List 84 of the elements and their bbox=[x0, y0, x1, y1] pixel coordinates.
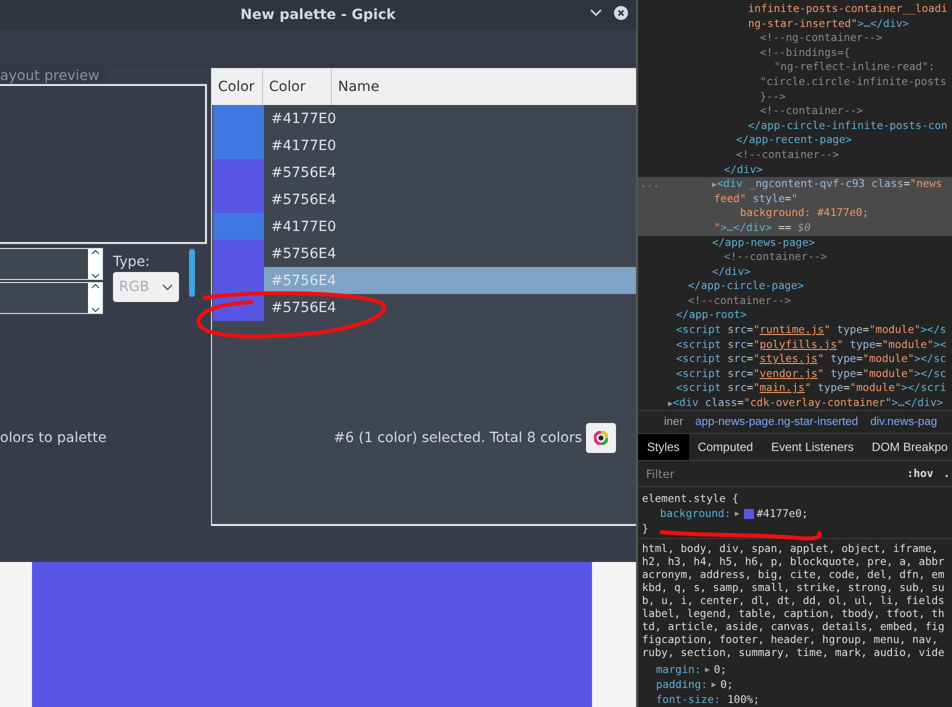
code-line[interactable]: </app-news-page> bbox=[712, 236, 815, 248]
scrollbar[interactable] bbox=[189, 249, 195, 297]
color-value-cell[interactable]: #4177E0 bbox=[264, 213, 636, 240]
selector-line: acronym, address, big, cite, code, del, dfn, em bbox=[642, 568, 946, 581]
code-line[interactable]: <!--bindings={ bbox=[760, 46, 850, 59]
code-line[interactable]: <script src="runtime.js" type="module"></s bbox=[676, 323, 946, 336]
expand-arrow[interactable]: ▶ bbox=[711, 677, 716, 692]
color-picker-button[interactable] bbox=[586, 423, 616, 453]
color-value-cell[interactable]: #4177E0 bbox=[264, 105, 636, 132]
selector-line: figcaption, footer, header, hgroup, menu, nav, bbox=[642, 633, 939, 646]
property-name[interactable]: padding: bbox=[656, 677, 708, 692]
property-value[interactable]: 100%; bbox=[727, 692, 760, 707]
spin-down-icon[interactable] bbox=[90, 307, 100, 313]
close-icon[interactable] bbox=[614, 6, 628, 20]
code-line[interactable]: ng-star-inserted">…</div> bbox=[748, 16, 909, 30]
type-label: Type: bbox=[113, 254, 151, 270]
code-line[interactable]: </app-recent-page> bbox=[736, 133, 852, 146]
closing-brace: } bbox=[642, 522, 648, 535]
code-line[interactable]: <!--container--> bbox=[688, 294, 791, 307]
filter-toggle[interactable]: . bbox=[943, 467, 950, 480]
code-line[interactable]: "ng-reflect-inline-read": bbox=[774, 60, 935, 74]
filter-toggle[interactable]: :hov bbox=[906, 467, 934, 480]
breadcrumb[interactable]: app-news-page.ng-star-inserted bbox=[695, 416, 858, 428]
spin-up-icon[interactable] bbox=[90, 249, 100, 255]
layout-preview-tab[interactable]: ayout preview bbox=[0, 68, 108, 84]
code-line[interactable]: <!--container--> bbox=[724, 250, 827, 264]
property-name[interactable]: font-size: bbox=[656, 692, 720, 707]
color-value-cell[interactable]: #5756E4 bbox=[264, 186, 636, 213]
selector-line: h2, h3, h4, h5, h6, p, blockquote, pre, a, abbr bbox=[642, 555, 946, 568]
selection-status: #6 (1 color) selected. Total 8 colors bbox=[333, 430, 582, 446]
color-value-cell[interactable]: #5756E4 bbox=[264, 159, 636, 186]
property-value[interactable]: 0; bbox=[714, 662, 727, 677]
code-line[interactable]: ▶<div _ngcontent-qvf-c93 class="news bbox=[712, 177, 942, 190]
selector-line: b, u, i, center, dl, dt, dd, ol, ul, li, fields bbox=[642, 594, 946, 607]
color-swatch[interactable] bbox=[744, 508, 754, 518]
window-title: New palette - Gpick bbox=[240, 7, 396, 23]
status-text: olors to palette bbox=[0, 430, 107, 446]
code-line[interactable]: </app-circle-page> bbox=[688, 279, 804, 292]
property-value[interactable]: 0; bbox=[720, 677, 734, 692]
column-header[interactable]: Name bbox=[332, 69, 636, 105]
selector-line: kbd, q, s, samp, small, strike, strong, sub, su bbox=[642, 581, 946, 594]
panel-tab[interactable]: Computed bbox=[688, 434, 762, 460]
color-value-cell[interactable]: #4177E0 bbox=[264, 132, 636, 159]
code-line[interactable]: <!--container--> bbox=[760, 104, 863, 118]
style-selector: element.style { bbox=[642, 492, 739, 505]
spin-up-icon[interactable] bbox=[90, 283, 100, 289]
spin-down-icon[interactable] bbox=[90, 273, 100, 279]
column-header[interactable]: Color bbox=[263, 69, 332, 105]
filter-field[interactable]: Filter bbox=[644, 466, 794, 482]
code-line[interactable]: <!--ng-container--> bbox=[760, 31, 882, 44]
code-line[interactable]: <script src="polyfills.js" type="module">< bbox=[676, 338, 946, 351]
color-value-cell[interactable]: #5756E4 bbox=[264, 240, 636, 267]
selector-line: html, body, div, span, applet, object, iframe, bbox=[642, 542, 939, 555]
code-line[interactable]: infinite-posts-container__loadi bbox=[748, 2, 948, 15]
code-line[interactable]: <script src="styles.js" type="module"></sc bbox=[676, 352, 946, 366]
panel-tab[interactable]: Event Listeners bbox=[762, 434, 863, 460]
spin-field[interactable] bbox=[0, 248, 103, 280]
expand-arrow[interactable]: ▶ bbox=[705, 662, 710, 677]
code-line[interactable]: ▶<div class="cdk-overlay-container">…</div> bbox=[668, 396, 944, 410]
color-value-cell[interactable]: #5756E4 bbox=[264, 294, 636, 321]
selector-line: td, article, aside, canvas, details, embed, fig bbox=[642, 620, 946, 633]
selector-line: ruby, section, summary, time, mark, audio, vide bbox=[642, 646, 946, 659]
panel-tab[interactable]: Styles bbox=[638, 434, 689, 460]
selector-line: label, legend, table, caption, tbody, tfoot, th bbox=[642, 607, 946, 620]
panel-tab[interactable]: DOM Breakpo bbox=[862, 434, 952, 460]
expand-arrow[interactable]: ▶ bbox=[734, 506, 740, 521]
code-line[interactable]: <script src="vendor.js" type="module"></sc bbox=[676, 366, 946, 380]
property-name[interactable]: margin: bbox=[656, 662, 702, 677]
property-value[interactable]: #4177e0; bbox=[756, 506, 808, 521]
code-line[interactable]: }--> bbox=[760, 90, 786, 103]
breadcrumb[interactable]: iner bbox=[664, 416, 684, 428]
breadcrumb[interactable]: div.news-pag bbox=[870, 416, 938, 428]
chevron-down-icon[interactable] bbox=[590, 9, 602, 17]
code-line[interactable]: "circle.circle-infinite-posts bbox=[760, 74, 947, 88]
code-line[interactable]: </app-circle-infinite-posts-con bbox=[748, 118, 948, 132]
code-line[interactable]: </div> bbox=[712, 264, 751, 278]
spin-field[interactable] bbox=[0, 282, 103, 314]
code-line[interactable]: </div> bbox=[724, 162, 763, 176]
code-line[interactable]: <!--container--> bbox=[736, 148, 839, 161]
property-name[interactable]: background: bbox=[660, 506, 731, 521]
color-wheel-icon bbox=[594, 431, 608, 445]
code-line[interactable]: <script src="main.js" type="module"></scri bbox=[676, 381, 946, 394]
code-line[interactable]: </app-root> bbox=[676, 308, 747, 322]
chevron-down-icon bbox=[162, 284, 173, 290]
